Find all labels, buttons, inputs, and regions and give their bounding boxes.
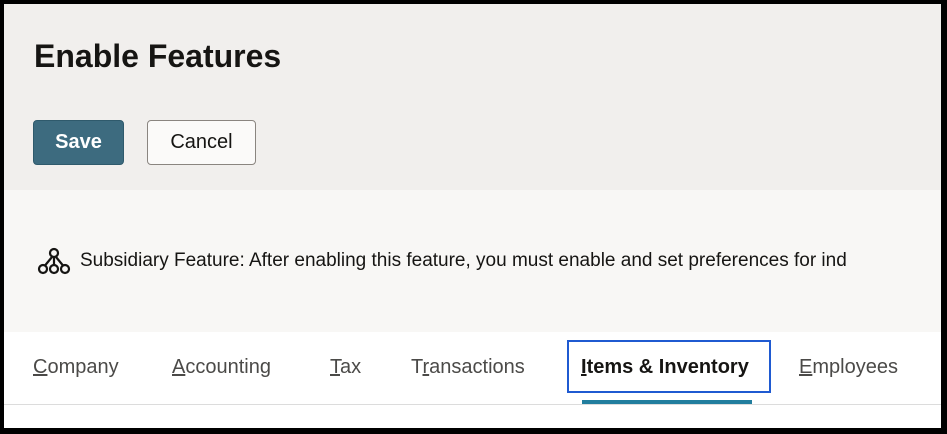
tab-employees-label: mployees	[812, 356, 898, 378]
tab-transactions[interactable]: Transactions	[411, 356, 525, 379]
tab-accounting-label: ccounting	[185, 356, 271, 378]
tab-company-mnemonic: C	[33, 356, 48, 378]
tab-transactions-label: ansactions	[429, 356, 525, 378]
tab-tax[interactable]: Tax	[330, 356, 361, 379]
screenshot-frame: Enable Features Save Cancel Subsidiary F…	[0, 0, 947, 434]
tab-accounting-mnemonic: A	[172, 356, 186, 378]
tab-employees-mnemonic: E	[799, 356, 813, 378]
save-button[interactable]: Save	[33, 120, 124, 165]
feature-tabs: Company Accounting Tax Transactions Item…	[4, 332, 941, 405]
tab-company[interactable]: Company	[33, 356, 119, 379]
subsidiary-feature-notice: Subsidiary Feature: After enabling this …	[4, 190, 941, 332]
active-tab-indicator	[582, 400, 752, 404]
page-title: Enable Features	[34, 38, 282, 74]
subsidiary-network-icon	[37, 247, 71, 275]
subsidiary-feature-text: Subsidiary Feature: After enabling this …	[80, 250, 847, 271]
tab-accounting[interactable]: Accounting	[172, 356, 271, 379]
tab-tax-mnemonic: T	[330, 356, 340, 378]
tab-employees[interactable]: Employees	[799, 356, 898, 379]
tab-company-label: ompany	[47, 356, 119, 378]
tab-items-inventory-label: tems & Inventory	[586, 356, 749, 378]
page-header: Enable Features Save Cancel	[4, 4, 941, 190]
tab-tax-label: ax	[340, 356, 362, 378]
cancel-button[interactable]: Cancel	[147, 120, 256, 165]
tab-items-inventory[interactable]: Items & Inventory	[581, 356, 749, 379]
tab-transactions-first: T	[411, 356, 423, 378]
